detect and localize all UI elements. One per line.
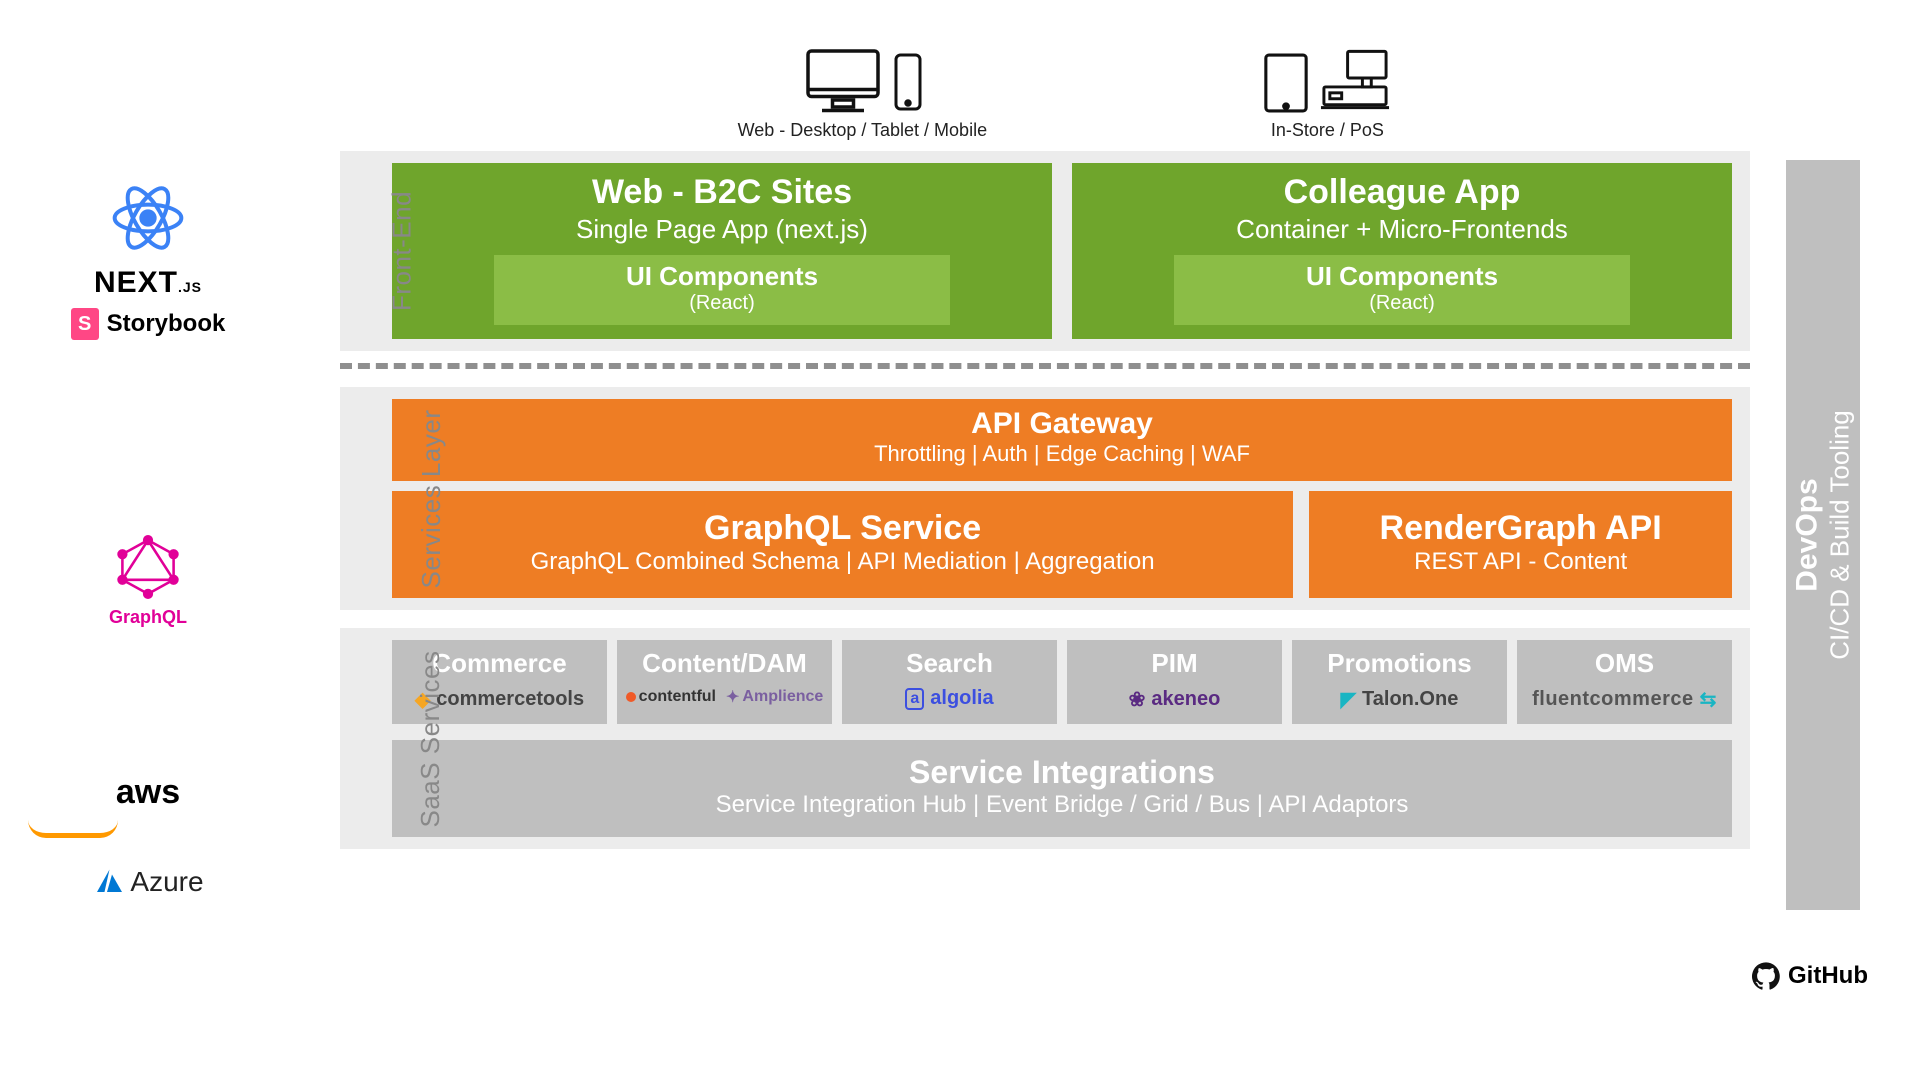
github-logo: GitHub [1752, 962, 1868, 990]
b2c-sites-box: Web - B2C Sites Single Page App (next.js… [392, 163, 1052, 339]
tablet-icon [1262, 52, 1310, 114]
services-layer-label: Services Layer [416, 409, 447, 588]
main-column: Web - Desktop / Tablet / Mobile In-Store… [340, 40, 1750, 849]
saas-pim: PIM ❀akeneo [1067, 640, 1282, 724]
rendergraph-api-box: RenderGraph API REST API - Content [1309, 491, 1732, 598]
pos-icon [1318, 48, 1392, 114]
aws-logo: aws [28, 773, 268, 838]
b2c-ui-components: UI Components (React) [494, 255, 949, 325]
react-icon [28, 178, 268, 258]
storybook-icon: S [71, 308, 99, 340]
api-gateway-box: API Gateway Throttling | Auth | Edge Cac… [392, 399, 1732, 481]
channels-row: Web - Desktop / Tablet / Mobile In-Store… [340, 40, 1750, 151]
graphql-service-box: GraphQL Service GraphQL Combined Schema … [392, 491, 1293, 598]
nextjs-logo: NEXT.JS [28, 266, 268, 300]
saas-oms: OMS fluentcommerce⇆ [1517, 640, 1732, 724]
desktop-icon [801, 44, 885, 114]
saas-layer: SaaS Services Commerce ◆commercetools Co… [340, 628, 1750, 849]
channel-instore: In-Store / PoS [1262, 40, 1392, 141]
devops-sidebar: DevOps CI/CD & Build Tooling [1786, 160, 1860, 910]
mobile-icon [893, 50, 923, 114]
channel-web: Web - Desktop / Tablet / Mobile [738, 40, 987, 141]
saas-search: Search aalgolia [842, 640, 1057, 724]
frontend-tech-logos: NEXT.JS S Storybook [28, 170, 268, 348]
frontend-layer-label: Front-End [387, 191, 418, 311]
layer-separator [340, 363, 1750, 369]
colleague-ui-components: UI Components (React) [1174, 255, 1629, 325]
saas-layer-label: SaaS Services [415, 650, 446, 827]
storybook-logo: S Storybook [28, 308, 268, 340]
cloud-logos: aws Azure [28, 765, 268, 906]
frontend-layer: Front-End Web - B2C Sites Single Page Ap… [340, 151, 1750, 351]
azure-logo: Azure [28, 866, 268, 898]
service-integrations-box: Service Integrations Service Integration… [392, 740, 1732, 837]
graphql-logo: GraphQL [28, 535, 268, 636]
saas-promotions: Promotions ◤Talon.One [1292, 640, 1507, 724]
services-layer: Services Layer API Gateway Throttling | … [340, 387, 1750, 610]
architecture-diagram: NEXT.JS S Storybook GraphQL aws Azure De… [0, 0, 1920, 1080]
saas-content-dam: Content/DAM contentful ✦Amplience [617, 640, 832, 724]
colleague-app-box: Colleague App Container + Micro-Frontend… [1072, 163, 1732, 339]
